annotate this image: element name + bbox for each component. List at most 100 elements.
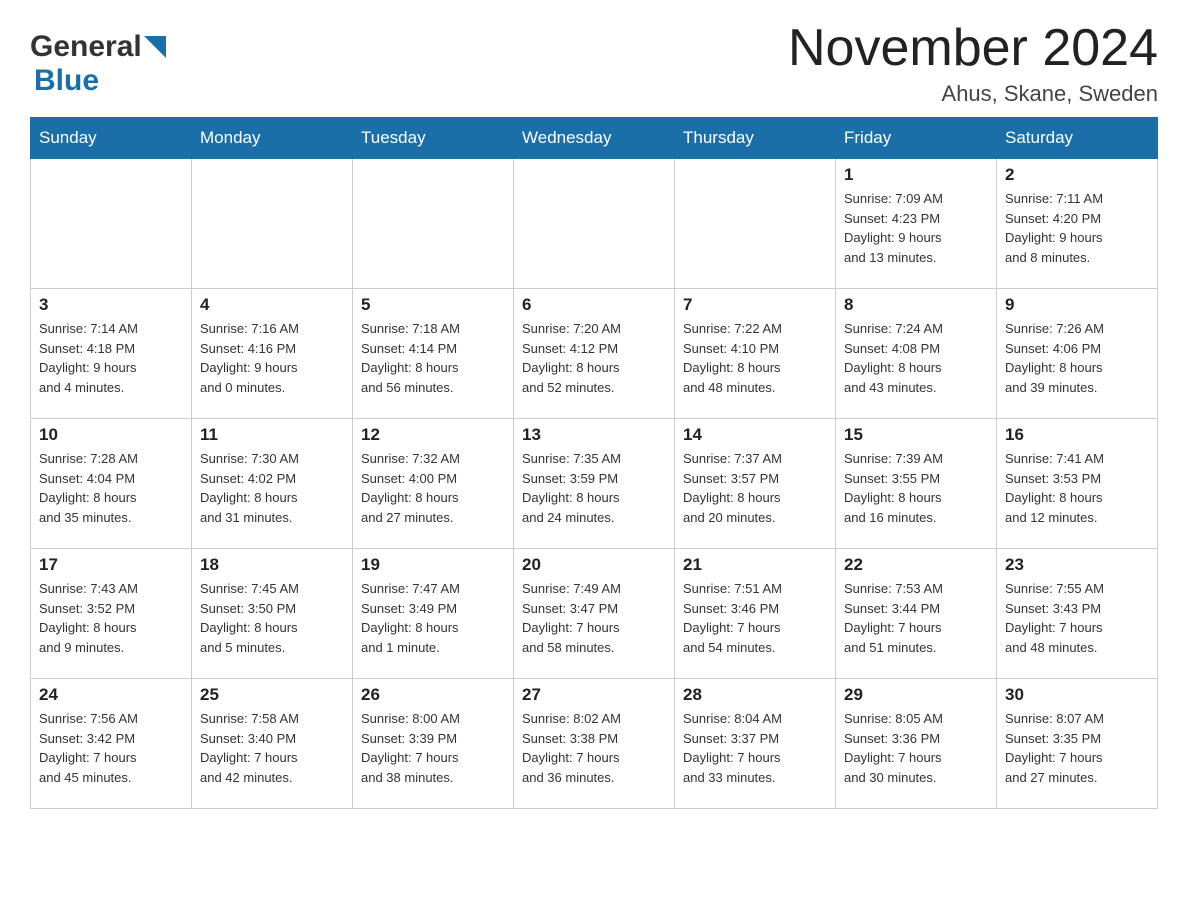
week-row-3: 10Sunrise: 7:28 AMSunset: 4:04 PMDayligh… xyxy=(31,419,1158,549)
day-info: Sunrise: 8:04 AMSunset: 3:37 PMDaylight:… xyxy=(683,709,827,787)
day-number: 7 xyxy=(683,295,827,315)
calendar-cell: 10Sunrise: 7:28 AMSunset: 4:04 PMDayligh… xyxy=(31,419,192,549)
day-number: 23 xyxy=(1005,555,1149,575)
day-info: Sunrise: 7:26 AMSunset: 4:06 PMDaylight:… xyxy=(1005,319,1149,397)
day-info: Sunrise: 7:20 AMSunset: 4:12 PMDaylight:… xyxy=(522,319,666,397)
weekday-header-thursday: Thursday xyxy=(675,118,836,159)
calendar-cell: 17 Sunrise: 7:43 AMSunset: 3:52 PMDayligh… xyxy=(31,549,192,679)
calendar-cell: 22 Sunrise: 7:53 AMSunset: 3:44 PMDayligh… xyxy=(836,549,997,679)
calendar-cell: 19 Sunrise: 7:47 AMSunset: 3:49 PMDayligh… xyxy=(353,549,514,679)
week-row-4: 17 Sunrise: 7:43 AMSunset: 3:52 PMDayligh… xyxy=(31,549,1158,679)
day-info: Sunrise: 7:39 AMSunset: 3:55 PMDaylight:… xyxy=(844,449,988,527)
day-number: 29 xyxy=(844,685,988,705)
day-info: Sunrise: 7:24 AMSunset: 4:08 PMDaylight:… xyxy=(844,319,988,397)
day-number: 22 xyxy=(844,555,988,575)
day-number: 8 xyxy=(844,295,988,315)
calendar-cell xyxy=(353,159,514,289)
day-number: 11 xyxy=(200,425,344,445)
calendar-cell: 7 Sunrise: 7:22 AMSunset: 4:10 PMDaylight… xyxy=(675,289,836,419)
calendar-cell: 2Sunrise: 7:11 AMSunset: 4:20 PMDaylight… xyxy=(997,159,1158,289)
weekday-header-row: SundayMondayTuesdayWednesdayThursdayFrid… xyxy=(31,118,1158,159)
day-number: 16 xyxy=(1005,425,1149,445)
day-number: 18 xyxy=(200,555,344,575)
day-number: 1 xyxy=(844,165,988,185)
day-info: Sunrise: 7:51 AMSunset: 3:46 PMDaylight:… xyxy=(683,579,827,657)
day-number: 30 xyxy=(1005,685,1149,705)
day-info: Sunrise: 8:00 AMSunset: 3:39 PMDaylight:… xyxy=(361,709,505,787)
day-info: Sunrise: 7:49 AMSunset: 3:47 PMDaylight:… xyxy=(522,579,666,657)
day-number: 15 xyxy=(844,425,988,445)
logo-blue-text: Blue xyxy=(34,64,99,97)
day-info: Sunrise: 7:47 AMSunset: 3:49 PMDaylight:… xyxy=(361,579,505,657)
calendar-cell xyxy=(31,159,192,289)
day-info: Sunrise: 7:37 AMSunset: 3:57 PMDaylight:… xyxy=(683,449,827,527)
calendar-cell: 14 Sunrise: 7:37 AMSunset: 3:57 PMDayligh… xyxy=(675,419,836,549)
day-number: 4 xyxy=(200,295,344,315)
day-number: 12 xyxy=(361,425,505,445)
calendar-cell: 15 Sunrise: 7:39 AMSunset: 3:55 PMDayligh… xyxy=(836,419,997,549)
calendar-cell: 28 Sunrise: 8:04 AMSunset: 3:37 PMDayligh… xyxy=(675,679,836,809)
day-info: Sunrise: 7:28 AMSunset: 4:04 PMDaylight:… xyxy=(39,449,183,527)
calendar-cell xyxy=(192,159,353,289)
day-info: Sunrise: 7:14 AMSunset: 4:18 PMDaylight:… xyxy=(39,319,183,397)
weekday-header-saturday: Saturday xyxy=(997,118,1158,159)
day-info: Sunrise: 7:32 AMSunset: 4:00 PMDaylight:… xyxy=(361,449,505,527)
calendar-cell: 24 Sunrise: 7:56 AMSunset: 3:42 PMDayligh… xyxy=(31,679,192,809)
day-info: Sunrise: 8:02 AMSunset: 3:38 PMDaylight:… xyxy=(522,709,666,787)
day-info: Sunrise: 7:58 AMSunset: 3:40 PMDaylight:… xyxy=(200,709,344,787)
calendar-cell: 12 Sunrise: 7:32 AMSunset: 4:00 PMDayligh… xyxy=(353,419,514,549)
day-info: Sunrise: 7:53 AMSunset: 3:44 PMDaylight:… xyxy=(844,579,988,657)
calendar-cell: 27 Sunrise: 8:02 AMSunset: 3:38 PMDayligh… xyxy=(514,679,675,809)
day-number: 21 xyxy=(683,555,827,575)
day-info: Sunrise: 7:45 AMSunset: 3:50 PMDaylight:… xyxy=(200,579,344,657)
title-block: November 2024 Ahus, Skane, Sweden xyxy=(788,20,1158,107)
day-number: 24 xyxy=(39,685,183,705)
calendar-cell: 29 Sunrise: 8:05 AMSunset: 3:36 PMDayligh… xyxy=(836,679,997,809)
logo: General Blue xyxy=(30,30,166,98)
calendar-cell: 23 Sunrise: 7:55 AMSunset: 3:43 PMDayligh… xyxy=(997,549,1158,679)
day-number: 28 xyxy=(683,685,827,705)
day-number: 5 xyxy=(361,295,505,315)
calendar-cell: 25Sunrise: 7:58 AMSunset: 3:40 PMDayligh… xyxy=(192,679,353,809)
day-number: 14 xyxy=(683,425,827,445)
week-row-1: 1 Sunrise: 7:09 AMSunset: 4:23 PMDaylight… xyxy=(31,159,1158,289)
calendar-cell: 4Sunrise: 7:16 AMSunset: 4:16 PMDaylight… xyxy=(192,289,353,419)
location-title: Ahus, Skane, Sweden xyxy=(788,81,1158,107)
week-row-5: 24 Sunrise: 7:56 AMSunset: 3:42 PMDayligh… xyxy=(31,679,1158,809)
day-info: Sunrise: 7:22 AMSunset: 4:10 PMDaylight:… xyxy=(683,319,827,397)
calendar-cell: 16 Sunrise: 7:41 AMSunset: 3:53 PMDayligh… xyxy=(997,419,1158,549)
day-number: 2 xyxy=(1005,165,1149,185)
day-info: Sunrise: 7:43 AMSunset: 3:52 PMDaylight:… xyxy=(39,579,183,657)
day-number: 19 xyxy=(361,555,505,575)
calendar-cell: 3Sunrise: 7:14 AMSunset: 4:18 PMDaylight… xyxy=(31,289,192,419)
logo-general-text: General xyxy=(30,30,142,64)
calendar-table: SundayMondayTuesdayWednesdayThursdayFrid… xyxy=(30,117,1158,809)
calendar-cell: 5 Sunrise: 7:18 AMSunset: 4:14 PMDaylight… xyxy=(353,289,514,419)
calendar-cell: 20 Sunrise: 7:49 AMSunset: 3:47 PMDayligh… xyxy=(514,549,675,679)
day-info: Sunrise: 7:30 AMSunset: 4:02 PMDaylight:… xyxy=(200,449,344,527)
calendar-cell xyxy=(675,159,836,289)
day-number: 27 xyxy=(522,685,666,705)
calendar-cell: 8 Sunrise: 7:24 AMSunset: 4:08 PMDaylight… xyxy=(836,289,997,419)
day-info: Sunrise: 7:41 AMSunset: 3:53 PMDaylight:… xyxy=(1005,449,1149,527)
day-info: Sunrise: 7:09 AMSunset: 4:23 PMDaylight:… xyxy=(844,189,988,267)
calendar-cell: 13Sunrise: 7:35 AMSunset: 3:59 PMDayligh… xyxy=(514,419,675,549)
calendar-cell: 11 Sunrise: 7:30 AMSunset: 4:02 PMDayligh… xyxy=(192,419,353,549)
day-info: Sunrise: 8:07 AMSunset: 3:35 PMDaylight:… xyxy=(1005,709,1149,787)
calendar-cell: 21 Sunrise: 7:51 AMSunset: 3:46 PMDayligh… xyxy=(675,549,836,679)
day-info: Sunrise: 7:56 AMSunset: 3:42 PMDaylight:… xyxy=(39,709,183,787)
calendar-cell: 6Sunrise: 7:20 AMSunset: 4:12 PMDaylight… xyxy=(514,289,675,419)
weekday-header-wednesday: Wednesday xyxy=(514,118,675,159)
calendar-cell: 18 Sunrise: 7:45 AMSunset: 3:50 PMDayligh… xyxy=(192,549,353,679)
weekday-header-monday: Monday xyxy=(192,118,353,159)
calendar-cell: 26Sunrise: 8:00 AMSunset: 3:39 PMDayligh… xyxy=(353,679,514,809)
weekday-header-sunday: Sunday xyxy=(31,118,192,159)
calendar-cell: 9Sunrise: 7:26 AMSunset: 4:06 PMDaylight… xyxy=(997,289,1158,419)
month-title: November 2024 xyxy=(788,20,1158,77)
day-number: 17 xyxy=(39,555,183,575)
day-number: 20 xyxy=(522,555,666,575)
day-info: Sunrise: 7:55 AMSunset: 3:43 PMDaylight:… xyxy=(1005,579,1149,657)
day-info: Sunrise: 8:05 AMSunset: 3:36 PMDaylight:… xyxy=(844,709,988,787)
calendar-cell xyxy=(514,159,675,289)
day-info: Sunrise: 7:18 AMSunset: 4:14 PMDaylight:… xyxy=(361,319,505,397)
